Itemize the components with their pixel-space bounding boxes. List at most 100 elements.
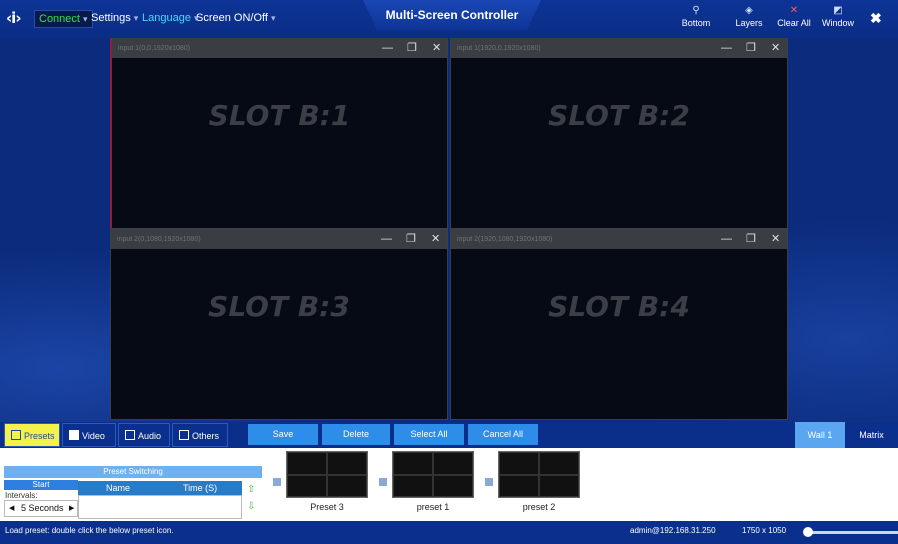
language-label: Language [142,12,191,24]
tab-audio[interactable]: Audio [118,423,170,447]
bottom-label: Bottom [681,18,711,28]
thumb-cell [539,452,579,475]
layers-icon: ◈ [745,5,753,16]
save-button[interactable]: Save [248,424,318,445]
slot-source: input 1(0,0,1920x1080) [112,39,447,58]
status-hint: Load preset: double click the below pres… [5,526,174,535]
bottom-button[interactable]: ⚲ Bottom [674,4,718,28]
intervals-label: Intervals: [5,491,38,500]
top-bar: ‹i› Connect ▾ Settings ▾ Language ▾ Screen … [0,0,898,38]
close-icon[interactable]: ✕ [432,39,441,58]
presets-panel: Preset Switching Start Intervals: ◀ 5 Se… [0,448,898,521]
connect-label: Connect [39,13,80,25]
layers-label: Layers [735,18,763,28]
thumb-cell [287,452,327,475]
tab-others[interactable]: Others [172,423,228,447]
close-icon[interactable]: ✕ [771,230,780,249]
status-bar: Load preset: double click the below pres… [0,521,898,544]
preset-checkbox[interactable] [379,478,387,486]
play-icon [69,430,79,440]
preset-name: preset 2 [522,502,556,512]
tab-audio-label: Audio [138,431,162,441]
slot-label: SLOT B:1 [208,99,351,132]
status-resolution: 1750 x 1050 [742,526,787,535]
layers-button[interactable]: ◈ Layers [727,4,771,28]
preset-checkbox[interactable] [273,478,281,486]
bottom-tab-bar: Presets Video Audio Others Save Delete S… [0,422,898,448]
preset-checkbox[interactable] [485,478,493,486]
move-down-icon[interactable]: ⇩ [247,502,257,512]
thumb-cell [433,452,473,475]
preset-table-body [78,495,242,519]
slot-label: SLOT B:3 [208,290,350,323]
thumb-cell [499,474,539,497]
preset-name: preset 1 [416,502,450,512]
zoom-slider-handle[interactable] [803,527,813,537]
slot-window-1[interactable]: input 1(0,0,1920x1080) — ❐ ✕ SLOT B:1 [110,38,448,229]
start-button[interactable]: Start [4,480,78,490]
tab-matrix[interactable]: Matrix [845,422,898,448]
screen-on-off-menu[interactable]: Screen ON/Off ▾ [196,12,275,24]
zoom-slider-track[interactable] [806,531,898,534]
screen-on-off-label: Screen ON/Off [196,12,268,24]
tab-others-label: Others [192,431,220,441]
restore-icon[interactable]: ❐ [746,39,756,58]
clear-all-button[interactable]: ✕ Clear All [772,4,816,28]
settings-menu[interactable]: Settings ▾ [91,12,138,24]
preset-thumbnail[interactable] [392,451,474,498]
preset-table-header: Name Time (S) [78,481,242,495]
restore-icon[interactable]: ❐ [407,39,417,58]
status-user: admin@192.168.31.250 [630,526,716,535]
slot-window-2[interactable]: input 1(1920,0,1920x1080) — ❐ ✕ SLOT B:2 [450,38,788,229]
speaker-icon [125,430,135,440]
chevron-down-icon: ▾ [82,14,88,24]
interval-value: 5 Seconds [21,503,64,513]
connect-menu[interactable]: Connect ▾ [34,10,93,28]
window-icon: ◩ [833,5,843,16]
preset-thumbnail[interactable] [286,451,368,498]
thumb-cell [393,452,433,475]
chevron-right-icon[interactable]: ▶ [69,501,74,516]
thumb-cell [539,474,579,497]
window-label: Window [821,18,854,28]
close-icon[interactable]: ✕ [431,230,440,249]
window-button[interactable]: ◩ Window [816,4,860,28]
window-icon [179,430,189,440]
slot-source: input 2(0,1080,1920x1080) [111,230,447,249]
tab-wall-1[interactable]: Wall 1 [795,422,845,448]
restore-icon[interactable]: ❐ [406,230,416,249]
cancel-all-button[interactable]: Cancel All [468,424,538,445]
restore-icon[interactable]: ❐ [746,230,756,249]
delete-button[interactable]: Delete [322,424,390,445]
minimize-icon[interactable]: — [721,39,732,58]
thumb-cell [327,474,367,497]
column-name: Name [106,483,131,493]
language-menu[interactable]: Language ▾ [142,12,198,24]
chevron-down-icon: ▾ [270,13,276,23]
move-up-icon[interactable]: ⇧ [247,485,257,495]
preset-thumbnail[interactable] [498,451,580,498]
select-all-button[interactable]: Select All [394,424,464,445]
app-title: Multi-Screen Controller [363,0,541,30]
thumb-cell [393,474,433,497]
thumb-cell [499,452,539,475]
chevron-down-icon: ▾ [133,13,139,23]
close-icon[interactable]: ✕ [771,39,780,58]
tab-video[interactable]: Video [62,423,116,447]
clear-icon: ✕ [789,5,799,16]
slot-source: input 1(1920,0,1920x1080) [451,39,787,58]
video-wall: input 1(0,0,1920x1080) — ❐ ✕ SLOT B:1 in… [0,38,898,422]
slot-window-3[interactable]: input 2(0,1080,1920x1080) — ❐ ✕ SLOT B:3 [110,229,448,420]
close-icon[interactable]: ✖ [870,10,882,27]
thumb-cell [287,474,327,497]
interval-stepper[interactable]: ◀ 5 Seconds ▶ [4,500,78,517]
minimize-icon[interactable]: — [721,230,732,249]
tab-presets[interactable]: Presets [4,423,60,447]
tab-presets-label: Presets [24,431,55,441]
minimize-icon[interactable]: — [382,39,393,58]
grid-icon [11,430,21,440]
slot-window-4[interactable]: input 2(1920,1080,1920x1080) — ❐ ✕ SLOT … [450,229,788,420]
chevron-left-icon[interactable]: ◀ [9,501,14,516]
column-time: Time (S) [183,483,218,493]
minimize-icon[interactable]: — [381,230,392,249]
